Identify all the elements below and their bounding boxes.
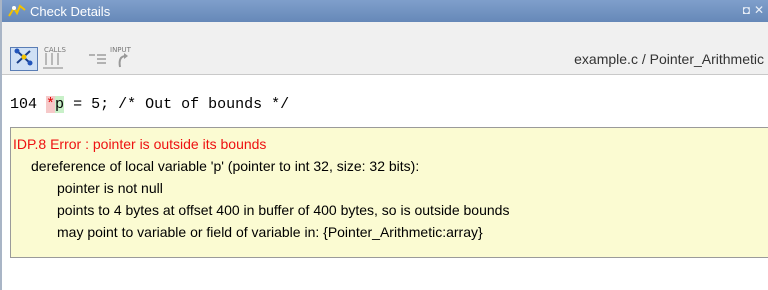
window-title: Check Details	[30, 3, 111, 19]
pointer-variable[interactable]: p	[55, 96, 65, 113]
error-header: IDP.8 Error : pointer is outside its bou…	[13, 136, 267, 152]
input-arrow-icon	[114, 52, 130, 74]
source-line: 104 *p = 5; /* Out of bounds */	[10, 96, 289, 113]
dereference-description: dereference of local variable 'p' (point…	[31, 158, 420, 174]
show-graph-button[interactable]	[10, 47, 38, 71]
calls-icon	[43, 52, 65, 74]
check-details-icon	[8, 3, 26, 19]
file-path: example.c / Pointer_Arithmetic	[574, 51, 764, 67]
code-rest: = 5; /* Out of bounds */	[64, 96, 290, 113]
close-icon[interactable]: ✕	[754, 3, 764, 17]
input-button[interactable]	[108, 52, 136, 74]
check-message-box: IDP.8 Error : pointer is outside its bou…	[10, 127, 768, 258]
detail-line-3: may point to variable or field of variab…	[57, 224, 483, 240]
calls-button[interactable]	[40, 52, 68, 74]
graph-icon	[14, 48, 34, 71]
line-number: 104	[10, 96, 38, 113]
toolbar: CALLS INPUT example.c / Pointer_Arithmet…	[2, 22, 768, 75]
restore-icon[interactable]: ◘	[743, 3, 750, 17]
title-bar: Check Details ◘ ✕	[2, 0, 768, 22]
list-icon	[89, 52, 107, 71]
detail-line-1: pointer is not null	[57, 180, 163, 196]
check-details-window: Check Details ◘ ✕ CALLS INPUT example.c …	[0, 0, 768, 290]
detail-line-2: points to 4 bytes at offset 400 in buffe…	[57, 202, 510, 218]
dereference-operator[interactable]: *	[46, 96, 56, 113]
